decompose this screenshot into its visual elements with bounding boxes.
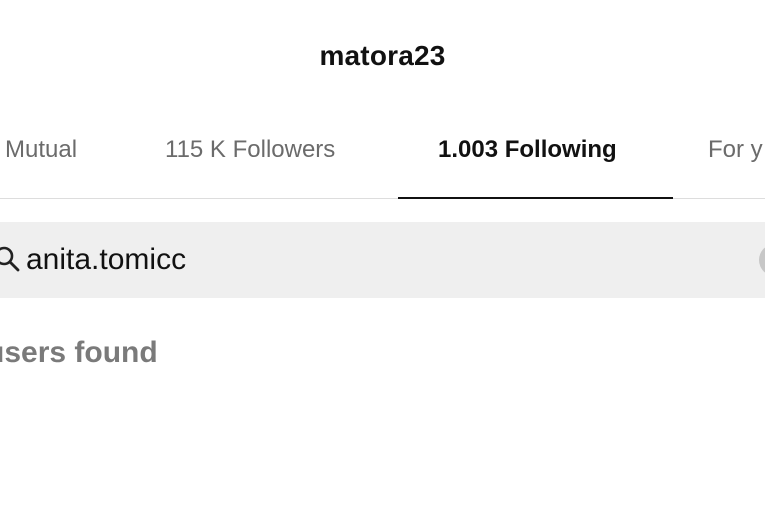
tab-following[interactable]: 1.003 Following [438, 136, 617, 164]
tab-mutual[interactable]: Mutual [5, 136, 77, 164]
clear-icon[interactable] [759, 244, 765, 276]
tab-followers[interactable]: 115 K Followers [165, 136, 335, 164]
tab-for-you[interactable]: For y [708, 136, 763, 164]
no-results-message: users found [0, 336, 158, 369]
active-tab-indicator [398, 197, 673, 199]
following-list-screen: matora23 Mutual 115 K Followers 1.003 Fo… [0, 0, 765, 510]
page-title: matora23 [319, 40, 446, 71]
search-input[interactable] [26, 240, 726, 280]
search-bar[interactable] [0, 222, 765, 298]
search-icon [0, 246, 20, 272]
tab-bar: Mutual 115 K Followers 1.003 Following F… [0, 110, 765, 199]
